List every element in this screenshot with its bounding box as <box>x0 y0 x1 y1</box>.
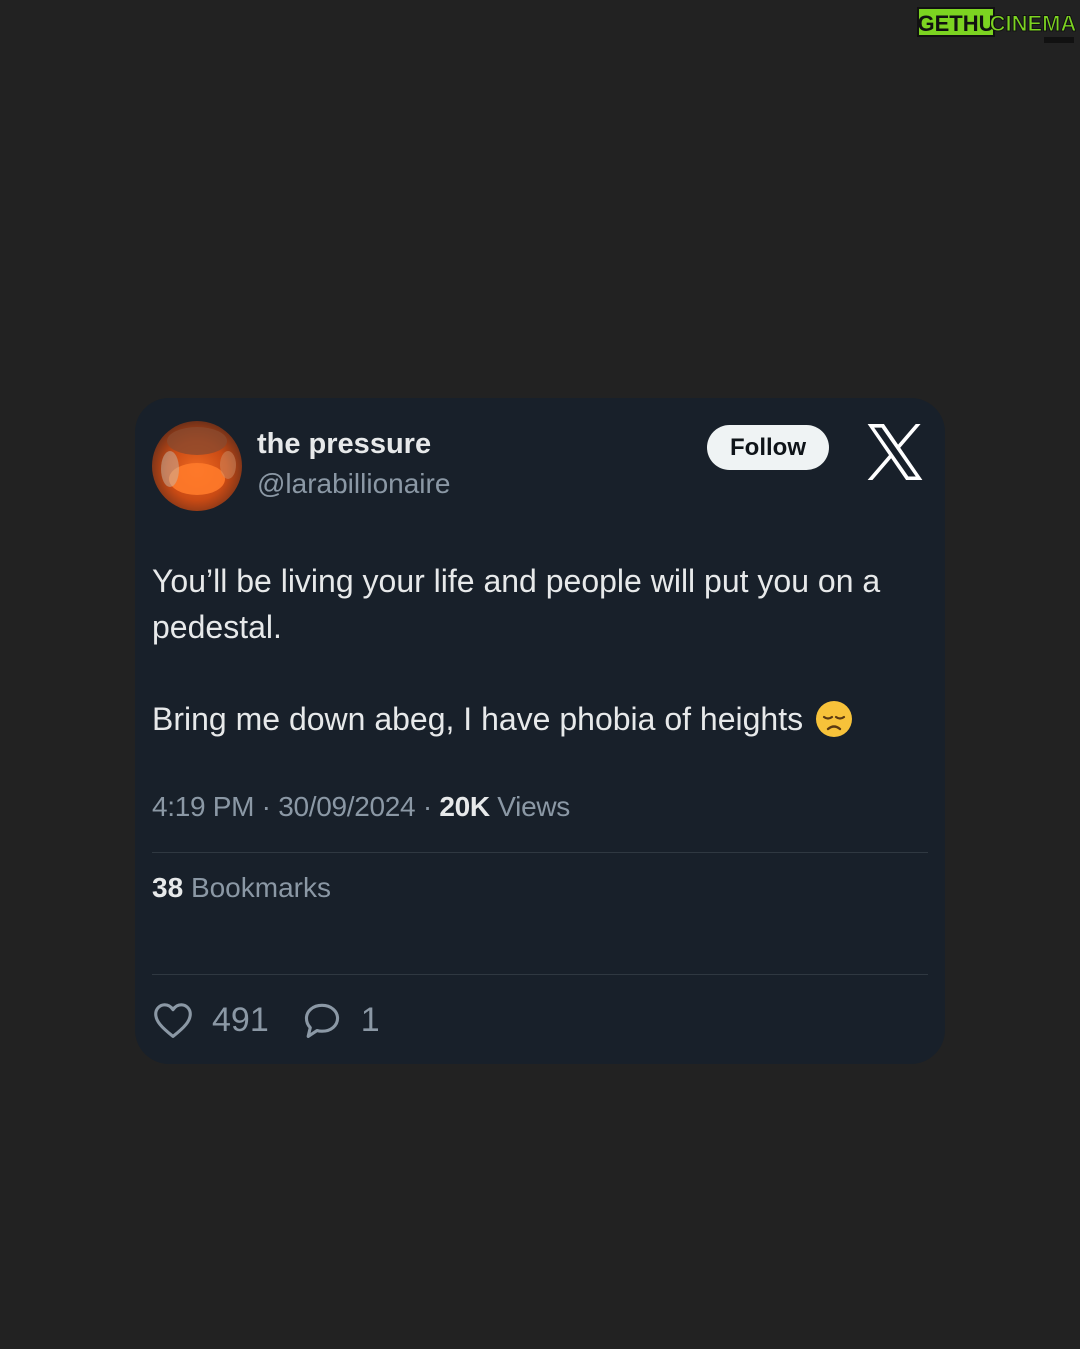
tweet-text: You’ll be living your life and people wi… <box>152 558 937 742</box>
bookmarks-label: Bookmarks <box>190 872 331 903</box>
bookmarks-count: 38 <box>152 872 184 903</box>
tweet-date[interactable]: 30/09/2024 <box>278 791 415 822</box>
views-count: 20K <box>439 791 490 822</box>
like-button[interactable]: 491 <box>152 1001 269 1040</box>
avatar-image <box>152 421 242 511</box>
meta-separator: · <box>261 791 271 822</box>
meta-separator: · <box>422 791 432 822</box>
follow-button[interactable]: Follow <box>707 425 829 470</box>
tweet-meta: 4:19 PM · 30/09/2024 · 20K Views <box>152 791 570 823</box>
avatar[interactable] <box>152 421 242 511</box>
user-handle[interactable]: @larabillionaire <box>257 468 450 500</box>
gethu-cinema-logo: GETHU CINEMA <box>917 7 1076 43</box>
views-label: Views <box>497 791 570 822</box>
reply-bubble-icon <box>304 1003 339 1038</box>
display-name[interactable]: the pressure <box>257 428 431 461</box>
tweet-text-paragraph-2-text: Bring me down abeg, I have phobia of hei… <box>152 701 804 737</box>
tweet-text-paragraph-1: You’ll be living your life and people wi… <box>152 563 881 645</box>
logo-text-part2: CINEMA <box>990 11 1076 36</box>
divider <box>152 852 928 853</box>
heart-icon <box>154 1003 192 1038</box>
bookmarks-stat[interactable]: 38 Bookmarks <box>152 872 331 904</box>
tweet-time[interactable]: 4:19 PM <box>152 791 254 822</box>
reply-button[interactable]: 1 <box>301 1001 380 1040</box>
action-bar: 491 1 <box>152 998 380 1042</box>
tweet-card[interactable]: the pressure @larabillionaire Follow You… <box>135 398 945 1064</box>
tweet-text-paragraph-2: Bring me down abeg, I have phobia of hei… <box>152 696 937 742</box>
logo-text-part1: GETHU <box>918 11 995 36</box>
replies-count: 1 <box>360 1000 380 1039</box>
likes-count: 491 <box>212 1000 269 1039</box>
disappointed-face-icon <box>816 701 853 737</box>
x-logo-icon[interactable] <box>865 424 925 480</box>
divider <box>152 974 928 975</box>
